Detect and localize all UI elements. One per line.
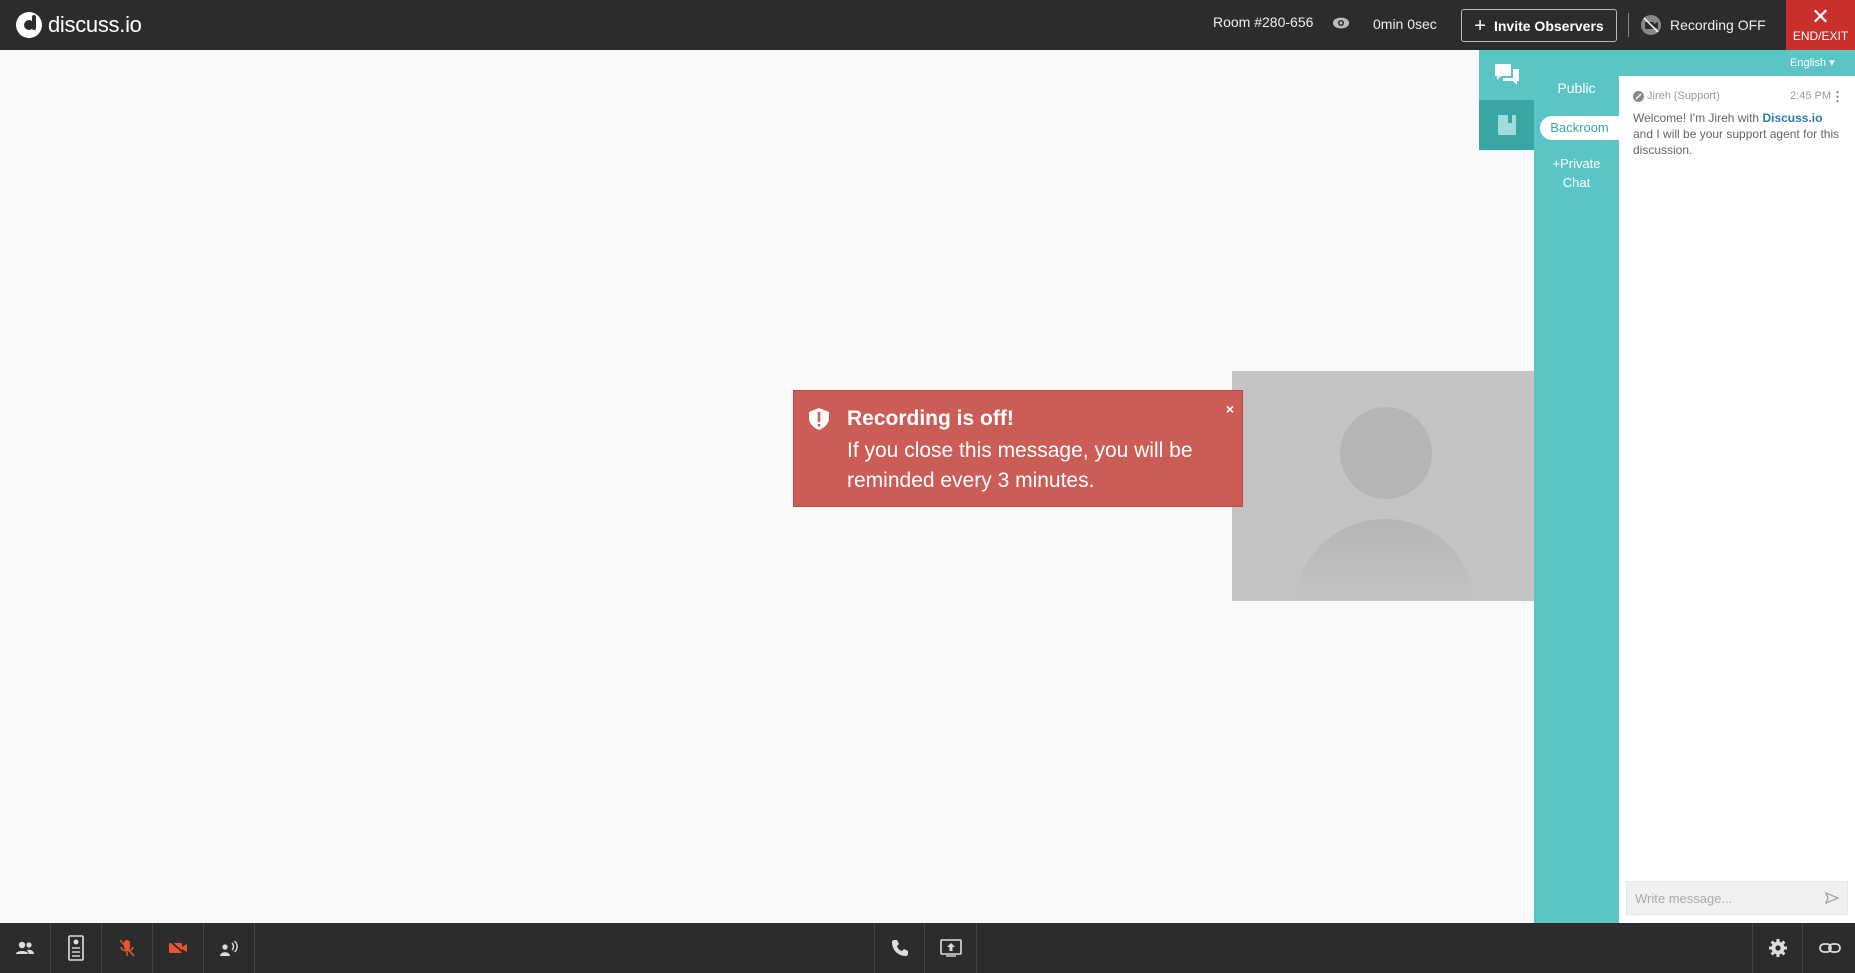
alert-message: If you close this message, you will be r… <box>847 439 1193 492</box>
shield-alert-icon <box>809 408 829 430</box>
speaker-settings-icon <box>220 940 238 956</box>
participants-icon <box>16 941 34 954</box>
private-chat-label-1: Private <box>1560 156 1601 171</box>
support-avatar-icon <box>1633 90 1644 102</box>
phone-button[interactable] <box>874 923 925 973</box>
bottom-toolbar <box>0 923 1855 973</box>
tab-notes[interactable] <box>1479 100 1534 150</box>
room-number: Room #280-656 <box>1213 14 1314 30</box>
recording-off-alert: Recording is off! If you close this mess… <box>793 390 1243 507</box>
language-select[interactable]: English ▾ <box>1790 56 1835 69</box>
invite-observers-label: Invite Observers <box>1493 17 1604 34</box>
speaker-settings-button[interactable] <box>204 923 255 973</box>
message-body: Welcome! I'm Jireh with Discuss.io and I… <box>1633 110 1843 158</box>
logo: discuss.io <box>16 12 142 38</box>
channel-column: Public Backroom +Private Chat <box>1534 50 1619 923</box>
logo-text: discuss.io <box>48 12 142 37</box>
send-icon[interactable] <box>1817 892 1847 904</box>
alert-title: Recording is off! <box>847 407 1014 430</box>
screen-share-icon <box>940 939 962 957</box>
channel-private-chat[interactable]: +Private Chat <box>1534 154 1619 192</box>
settings-icon <box>1768 939 1787 957</box>
link-button[interactable] <box>1804 923 1855 973</box>
alert-close-button[interactable]: × <box>1226 401 1234 417</box>
top-bar: discuss.io Room #280-656 0min 0sec + Inv… <box>0 0 1855 50</box>
message-link[interactable]: Discuss.io <box>1762 111 1822 125</box>
camera-toggle-button[interactable] <box>153 923 204 973</box>
mic-toggle-button[interactable] <box>102 923 153 973</box>
mic-muted-icon <box>119 939 135 957</box>
plus-icon: + <box>1552 156 1561 171</box>
avatar-body <box>1294 519 1476 601</box>
camera-off-icon <box>169 940 187 956</box>
eye-icon[interactable] <box>1332 16 1350 30</box>
chat-panel: Jireh (Support) 2:45 PM ⋮ Welcome! I'm J… <box>1619 76 1855 923</box>
message-menu-icon[interactable]: ⋮ <box>1831 89 1844 105</box>
message-author: Jireh (Support) <box>1647 90 1720 102</box>
chevron-down-icon: ▾ <box>1829 57 1835 69</box>
header-divider <box>1628 13 1629 37</box>
recording-toggle[interactable]: Recording OFF <box>1640 14 1766 36</box>
end-exit-label: END/EXIT <box>1792 29 1849 43</box>
language-label: English <box>1790 57 1827 69</box>
chat-bubbles-icon <box>1494 64 1519 85</box>
book-icon <box>1497 115 1516 135</box>
message-composer <box>1626 881 1848 915</box>
message-header: Jireh (Support) 2:45 PM ⋮ <box>1633 89 1844 105</box>
message-input[interactable] <box>1627 890 1817 906</box>
session-timer: 0min 0sec <box>1373 16 1437 32</box>
participants-button[interactable] <box>0 923 51 973</box>
close-icon: ✕ <box>1811 4 1830 29</box>
logo-mark-icon <box>16 12 42 38</box>
screen-share-button[interactable] <box>926 923 977 973</box>
plus-icon: + <box>1474 14 1486 37</box>
recording-off-icon <box>1641 15 1661 35</box>
channel-public[interactable]: Public <box>1534 80 1619 96</box>
participant-video-tile[interactable] <box>1232 371 1534 601</box>
tab-chat[interactable] <box>1479 50 1534 100</box>
end-exit-button[interactable]: ✕ END/EXIT <box>1786 0 1855 50</box>
message-text: Welcome! I'm Jireh with <box>1633 111 1763 125</box>
message-text-end: and I will be your support agent for thi… <box>1633 127 1840 157</box>
side-tabs <box>1479 50 1534 150</box>
notes-button[interactable] <box>51 923 102 973</box>
notes-icon <box>68 935 84 961</box>
settings-button[interactable] <box>1752 923 1803 973</box>
message-time: 2:45 PM <box>1790 90 1831 102</box>
channel-backroom[interactable]: Backroom <box>1540 116 1619 140</box>
invite-observers-button[interactable]: + Invite Observers <box>1461 9 1617 42</box>
private-chat-label-2: Chat <box>1562 175 1591 190</box>
recording-status-label: Recording OFF <box>1670 17 1766 33</box>
link-icon <box>1818 943 1841 953</box>
avatar-head <box>1340 407 1432 499</box>
phone-icon <box>891 940 908 956</box>
